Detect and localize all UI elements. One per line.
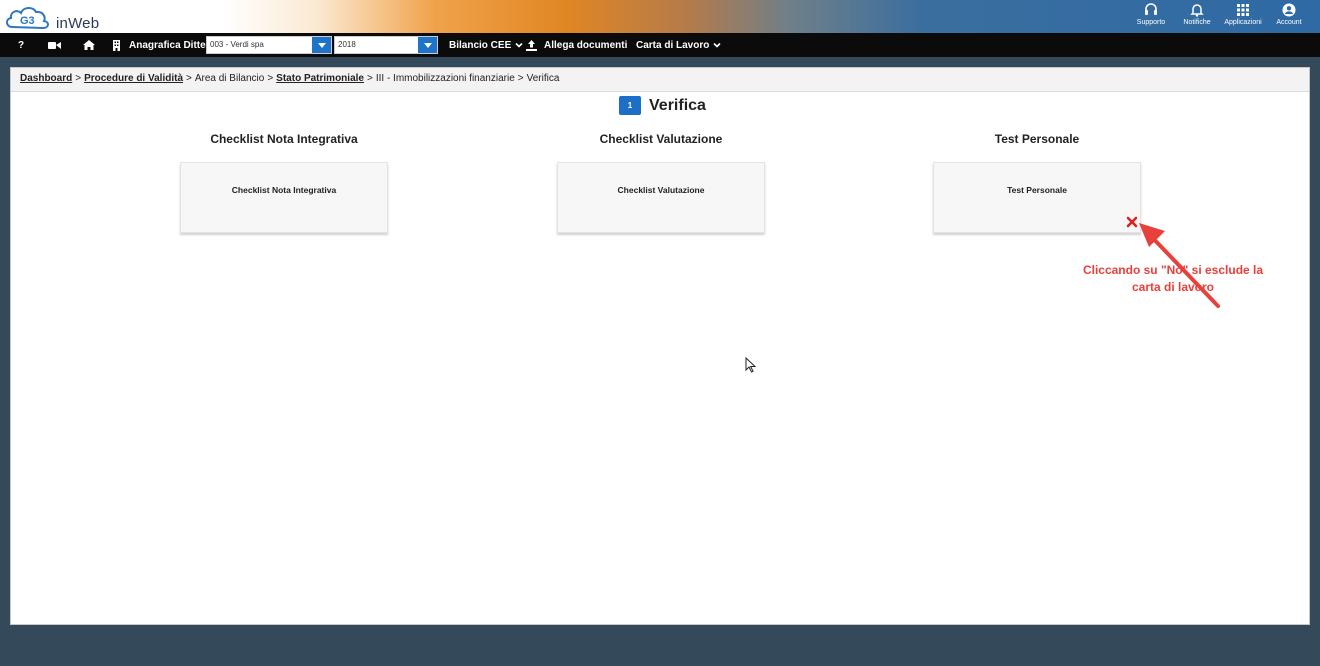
card-label: Test Personale (1007, 185, 1067, 195)
caret-down-icon (423, 42, 432, 48)
column-title-nota-integrativa: Checklist Nota Integrativa (210, 132, 358, 146)
annotation-line-1: Cliccando su "No" si esclude la (1082, 263, 1264, 277)
allega-documenti-button[interactable]: Allega documenti (526, 33, 627, 57)
help-label: ? (18, 39, 25, 51)
breadcrumb-dashboard[interactable]: Dashboard (20, 73, 72, 84)
headset-icon (1145, 3, 1157, 15)
bell-icon (1190, 4, 1204, 17)
top-banner: G3 inWeb Supporto Notifiche Applicazioni… (0, 0, 1320, 33)
grid-icon (1237, 4, 1249, 16)
applications-label: Applicazioni (1224, 19, 1262, 26)
annotation-note: Cliccando su "No" si esclude la carta di… (1058, 262, 1288, 296)
content-panel: Dashboard > Procedure di Validità > Area di … (10, 67, 1310, 625)
account-icon (1282, 3, 1296, 17)
logo-mark: G3 (20, 15, 35, 27)
anagrafica-ditte-menu[interactable]: Anagrafica Ditte (112, 33, 206, 57)
building-icon (113, 39, 120, 51)
account-button[interactable]: Account (1266, 0, 1312, 33)
chevron-down-icon (713, 42, 721, 48)
app-logo[interactable]: G3 inWeb (4, 3, 99, 32)
card-test-personale[interactable]: Test Personale (933, 162, 1141, 233)
account-label: Account (1276, 19, 1302, 26)
breadcrumb-verifica: Verifica (526, 73, 560, 84)
help-button[interactable]: ? (18, 33, 24, 57)
top-icon-bar: Supporto Notifiche Applicazioni Account (1128, 0, 1312, 33)
video-camera-icon (48, 41, 61, 49)
applications-button[interactable]: Applicazioni (1220, 0, 1266, 33)
annotation-line-2: carta di lavoro (1131, 280, 1215, 294)
breadcrumb-separator: > (366, 73, 373, 84)
logo-text: inWeb (56, 15, 100, 32)
breadcrumb-area-bilancio: Area di Bilancio (194, 73, 265, 84)
breadcrumb-separator: > (517, 73, 524, 84)
card-label: Checklist Valutazione (617, 185, 705, 195)
allega-documenti-label: Allega documenti (544, 39, 628, 51)
breadcrumb-separator: > (75, 73, 82, 84)
column-title-valutazione: Checklist Valutazione (599, 132, 723, 146)
bilancio-cee-menu[interactable]: Bilancio CEE (449, 33, 523, 57)
notifications-label: Notifiche (1183, 19, 1211, 26)
home-button[interactable] (83, 33, 95, 57)
anagrafica-ditte-label: Anagrafica Ditte (129, 39, 206, 51)
support-label: Supporto (1136, 19, 1166, 26)
breadcrumb-stato-patrimoniale[interactable]: Stato Patrimoniale (276, 73, 364, 84)
bilancio-cee-label: Bilancio CEE (449, 39, 512, 51)
page-header: 1 Verifica (619, 96, 706, 115)
company-select-value: 003 - Verdi spa (210, 40, 264, 49)
breadcrumb-separator: > (186, 73, 192, 84)
chevron-down-icon (515, 42, 523, 48)
column-title-test-personale: Test Personale (994, 132, 1080, 146)
card-checklist-valutazione[interactable]: Checklist Valutazione (557, 162, 765, 233)
year-select[interactable]: 2018 (334, 36, 438, 54)
video-button[interactable] (48, 33, 61, 57)
carta-di-lavoro-menu[interactable]: Carta di Lavoro (636, 33, 721, 57)
support-button[interactable]: Supporto (1128, 0, 1174, 33)
carta-di-lavoro-label: Carta di Lavoro (636, 39, 710, 51)
company-select-toggle[interactable] (312, 37, 331, 53)
home-icon (83, 40, 95, 50)
upload-icon (526, 39, 537, 51)
step-badge: 1 (619, 96, 641, 115)
card-label: Checklist Nota Integrativa (231, 185, 337, 195)
notifications-button[interactable]: Notifiche (1174, 0, 1220, 33)
breadcrumb-immobilizzazioni: III - Immobilizzazioni finanziarie (375, 73, 515, 84)
main-menubar: ? Anagrafica Ditte 003 - Verdi spa 2018 (0, 33, 1320, 57)
card-checklist-nota-integrativa[interactable]: Checklist Nota Integrativa (180, 162, 388, 233)
company-select[interactable]: 003 - Verdi spa (206, 36, 332, 54)
breadcrumb: Dashboard > Procedure di Validità > Area di … (11, 68, 1309, 92)
breadcrumb-separator: > (267, 73, 274, 84)
caret-down-icon (317, 42, 326, 48)
page-title: Verifica (649, 96, 706, 114)
year-select-toggle[interactable] (418, 37, 437, 53)
year-select-value: 2018 (338, 40, 356, 49)
breadcrumb-procedure-validita[interactable]: Procedure di Validità (84, 73, 183, 84)
cloud-logo-icon: G3 (6, 7, 49, 30)
mouse-cursor-icon (745, 357, 757, 373)
